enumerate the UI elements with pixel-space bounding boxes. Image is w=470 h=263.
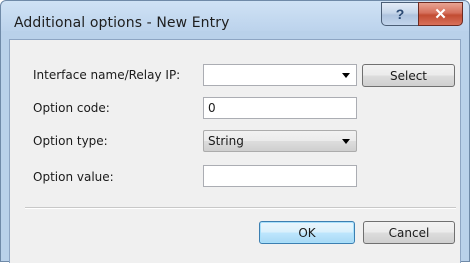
chevron-down-icon xyxy=(342,139,350,144)
option-code-label: Option code: xyxy=(33,101,110,115)
option-code-value: 0 xyxy=(208,101,216,115)
chevron-down-icon[interactable] xyxy=(342,73,350,78)
option-type-label: Option type: xyxy=(33,134,108,148)
window-title: Additional options - New Entry xyxy=(14,15,230,31)
ok-button-label: OK xyxy=(298,225,316,240)
option-code-input[interactable]: 0 xyxy=(203,97,357,119)
close-icon: ✕ xyxy=(434,6,447,23)
select-button[interactable]: Select xyxy=(362,64,455,87)
separator xyxy=(25,207,456,209)
option-type-value: String xyxy=(208,134,244,148)
option-type-dropdown[interactable]: String xyxy=(203,130,357,152)
ok-button[interactable]: OK xyxy=(259,221,355,244)
interface-label: Interface name/Relay IP: xyxy=(33,68,181,82)
title-bar[interactable]: Additional options - New Entry ? ✕ xyxy=(1,1,469,39)
select-button-label: Select xyxy=(389,68,428,83)
cancel-button-label: Cancel xyxy=(388,225,430,240)
interface-combobox[interactable] xyxy=(203,64,357,86)
option-value-label: Option value: xyxy=(33,170,114,184)
help-button[interactable]: ? xyxy=(381,2,419,26)
question-mark-icon: ? xyxy=(395,6,405,22)
cancel-button[interactable]: Cancel xyxy=(363,221,455,244)
close-button[interactable]: ✕ xyxy=(418,2,463,26)
option-value-input[interactable] xyxy=(203,165,357,187)
